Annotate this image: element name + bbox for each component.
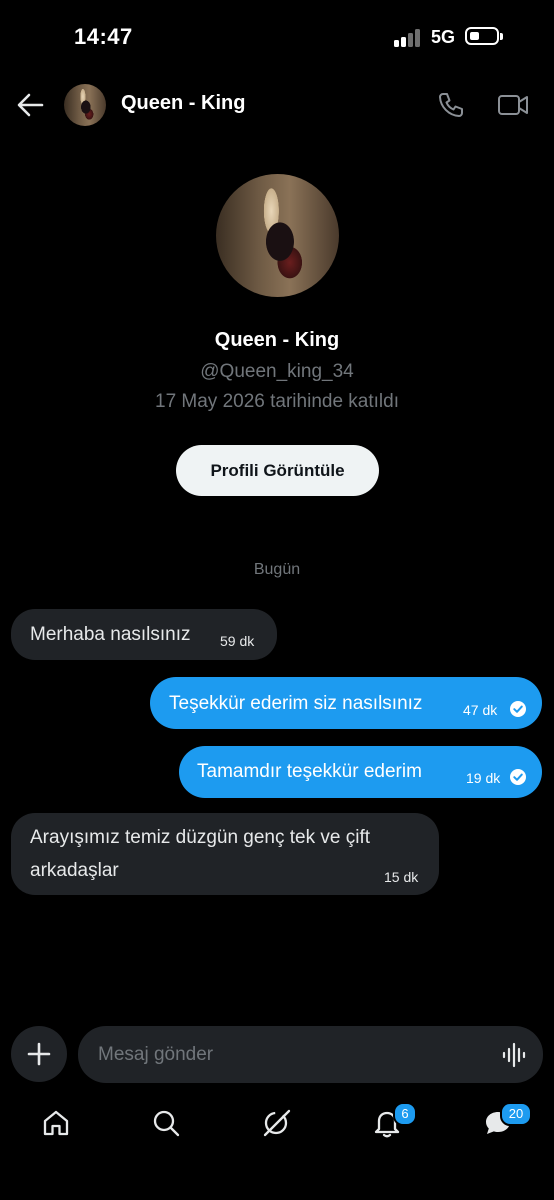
message-text-line: Arayışımız temiz düzgün genç tek ve çift [30,827,371,848]
message-time: 59 dk [220,633,255,649]
message-text: Teşekkür ederim siz nasılsınız [169,693,423,714]
phone-call-icon[interactable] [437,91,465,119]
message-text: Merhaba nasılsınız [30,624,191,645]
network-type: 5G [431,27,456,47]
message-bubble-incoming[interactable]: Merhaba nasılsınız 59 dk [11,609,277,660]
status-time: 14:47 [74,24,133,49]
read-check-icon [510,769,526,785]
message-bubble-incoming[interactable]: Arayışımız temiz düzgün genç tek ve çift… [11,813,439,895]
message-time: 47 dk [463,702,498,718]
video-call-icon[interactable] [497,92,529,118]
messages-badge: 20 [500,1102,532,1126]
bottom-tab-bar: 6 20 [0,1095,554,1155]
search-icon[interactable] [150,1107,182,1139]
add-attachment-button[interactable] [11,1026,67,1082]
profile-avatar[interactable] [216,174,339,297]
message-bubble-outgoing[interactable]: Tamamdır teşekkür ederim 19 dk [179,746,542,798]
profile-name: Queen - King [214,329,340,351]
battery-icon [465,27,499,45]
grok-icon[interactable] [261,1107,293,1139]
voice-message-icon[interactable] [502,1042,528,1068]
profile-handle: @Queen_king_34 [200,361,354,382]
back-arrow-icon[interactable] [16,92,44,118]
conversation-header: Queen - King [0,76,554,132]
date-divider: Bugün [253,561,301,578]
message-text-line: arkadaşlar [30,860,119,881]
message-time: 19 dk [466,770,501,786]
conversation-title[interactable]: Queen - King [121,92,245,115]
header-avatar[interactable] [64,84,106,126]
message-time: 15 dk [384,869,419,885]
message-input[interactable] [78,1026,543,1083]
message-bubble-outgoing[interactable]: Teşekkür ederim siz nasılsınız 47 dk [150,677,542,729]
view-profile-button[interactable]: Profili Görüntüle [176,445,379,496]
message-text: Tamamdır teşekkür ederim [197,761,422,782]
status-bar: 14:47 5G [0,0,554,70]
profile-joined-date: 17 May 2026 tarihinde katıldı [155,391,399,412]
plus-icon [27,1042,51,1066]
notifications-badge: 6 [393,1102,417,1126]
read-check-icon [510,701,526,717]
home-icon[interactable] [40,1107,72,1139]
signal-icon [394,29,424,47]
message-composer [0,1024,554,1084]
battery-tip [500,33,503,40]
